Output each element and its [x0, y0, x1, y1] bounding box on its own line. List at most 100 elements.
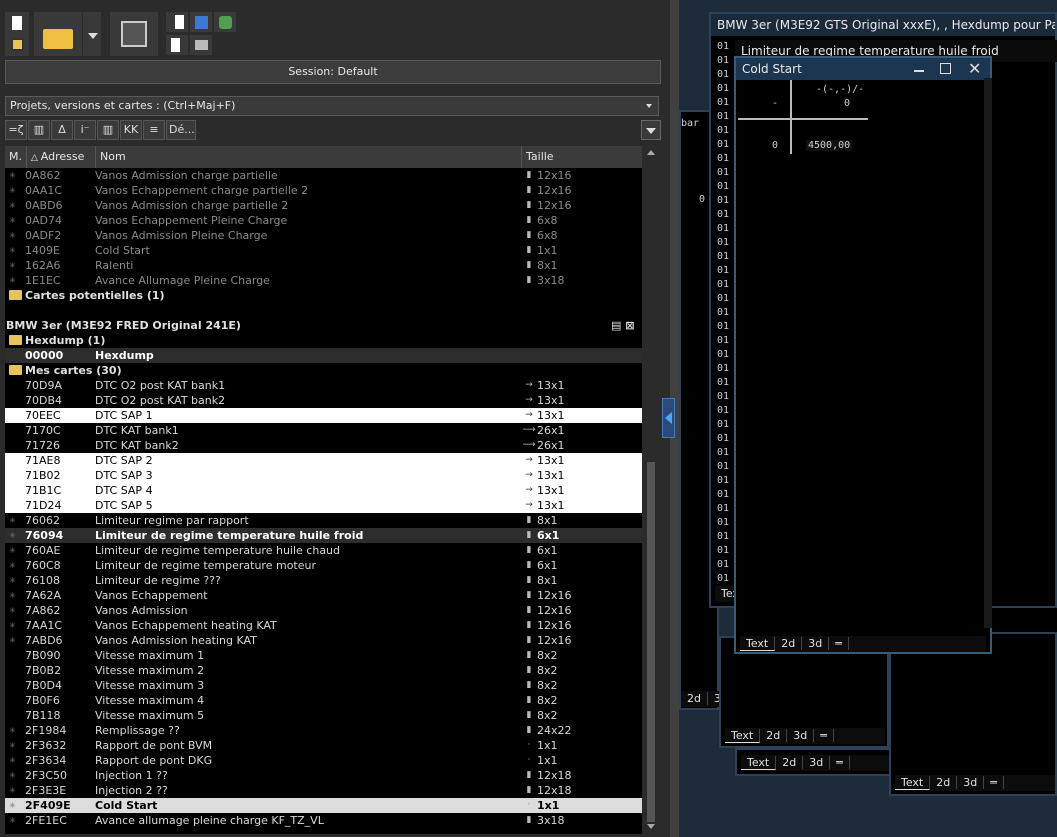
cold-scrollbar[interactable]: [984, 78, 992, 628]
tab-2d[interactable]: 2d: [760, 729, 788, 742]
open-button[interactable]: [34, 12, 82, 56]
table-row[interactable]: ✳ 0ADF2 Vanos Admission Pleine Charge ▮ 6x8: [5, 228, 642, 243]
table-row[interactable]: ✳ 0ABD6 Vanos Admission charge partielle 2…: [5, 198, 642, 213]
table-row[interactable]: ✳ 76108 Limiteur de regime ??? ▮ 8x1: [5, 573, 642, 588]
folder-row[interactable]: Mes cartes (30): [5, 363, 642, 378]
table-row[interactable]: ✳ 162A6 Ralenti ▮ 8x1: [5, 258, 642, 273]
filter-button[interactable]: =ζ: [5, 120, 27, 140]
table-row[interactable]: ✳ 0AD74 Vanos Echappement Pleine Charge ▮ 6x…: [5, 213, 642, 228]
table-row[interactable]: 7B118 Vitesse maximum 5 ▮ 8x2: [5, 708, 642, 723]
tab-text[interactable]: Text: [740, 637, 776, 651]
info-button[interactable]: [190, 35, 212, 55]
table-row[interactable]: 7B0F6 Vitesse maximum 4 ▮ 8x2: [5, 693, 642, 708]
table-row[interactable]: ✳ 2F409E Cold Start · 1x1: [5, 798, 642, 813]
table-row[interactable]: ✳ 2F3C50 Injection 1 ?? ▮ 12x18: [5, 768, 642, 783]
collapse-panel-button[interactable]: [662, 398, 675, 438]
compare-button[interactable]: [190, 12, 212, 32]
table-row[interactable]: 71AE8 DTC SAP 2 → 13x1: [5, 453, 642, 468]
table-row[interactable]: ✳ 2F3E3E Injection 2 ?? ▮ 12x18: [5, 783, 642, 798]
session-label[interactable]: Session: Default: [5, 60, 661, 84]
table-row[interactable]: 71B1C DTC SAP 4 → 13x1: [5, 483, 642, 498]
table-row[interactable]: 71D24 DTC SAP 5 → 13x1: [5, 498, 642, 513]
table-row[interactable]: 71B02 DTC SAP 3 → 13x1: [5, 468, 642, 483]
maximize-icon[interactable]: [940, 63, 951, 74]
table-row[interactable]: ✳ 7A62A Vanos Echappement ▮ 12x16: [5, 588, 642, 603]
scroll-down-icon[interactable]: [647, 824, 655, 829]
minimize-icon[interactable]: [914, 70, 924, 72]
table-row[interactable]: 7170C DTC KAT bank1 ⟶ 26x1: [5, 423, 642, 438]
table-row[interactable]: 7B0D4 Vitesse maximum 3 ▮ 8x2: [5, 678, 642, 693]
tab-eq[interactable]: ═: [830, 756, 850, 769]
tab-text[interactable]: Text: [741, 756, 777, 770]
tab-text[interactable]: Text: [725, 729, 761, 743]
tab-3d[interactable]: 3d: [787, 729, 815, 742]
delta-button[interactable]: Δ: [51, 120, 73, 140]
table-row[interactable]: ✳ 7A862 Vanos Admission ▮ 12x16: [5, 603, 642, 618]
tab-3d[interactable]: 3d: [803, 756, 831, 769]
table-row[interactable]: ✳ 760AE Limiteur de regime temperature hui…: [5, 543, 642, 558]
folder-row[interactable]: Cartes potentielles (1): [5, 288, 642, 303]
table-row[interactable]: 70D9A DTC O2 post KAT bank1 → 13x1: [5, 378, 642, 393]
table-row[interactable]: ✳ 2F3632 Rapport de pont BVM · 1x1: [5, 738, 642, 753]
table-row[interactable]: 7B090 Vitesse maximum 1 ▮ 8x2: [5, 648, 642, 663]
tab-eq[interactable]: ═: [814, 729, 834, 742]
table-row[interactable]: ✳ 760C8 Limiteur de regime temperature mot…: [5, 558, 642, 573]
tab-3d[interactable]: 3d: [957, 776, 985, 789]
table-row[interactable]: ✳ 2F3634 Rapport de pont DKG · 1x1: [5, 753, 642, 768]
table-row[interactable]: 70EEC DTC SAP 1 → 13x1: [5, 408, 642, 423]
scroll-up-icon[interactable]: [647, 150, 655, 155]
tab-2d[interactable]: 2d: [930, 776, 958, 789]
cold-start-window[interactable]: Cold Start ✕ -(-,-)/- 0 - 0 4500,00 Text…: [734, 56, 992, 654]
table-row[interactable]: ✳ 76094 Limiteur de regime temperature hui…: [5, 528, 642, 543]
table-row[interactable]: ✳ 2FE1EC Avance allumage pleine charge KF_…: [5, 813, 642, 828]
type-button[interactable]: i⁻: [74, 120, 96, 140]
checksum-button[interactable]: [214, 12, 236, 32]
col-header-m[interactable]: M.: [5, 146, 27, 168]
table-row[interactable]: ✳ 0AA1C Vanos Echappement charge partielle…: [5, 183, 642, 198]
col-header-nom[interactable]: Nom: [96, 146, 522, 168]
chart-button[interactable]: ▥: [97, 120, 119, 140]
close-icon[interactable]: ✕: [968, 58, 981, 80]
more-button[interactable]: Dé...: [166, 120, 196, 140]
hexdump-row[interactable]: 00000 Hexdump: [5, 348, 642, 363]
table-row[interactable]: ✳ 7AA1C Vanos Echappement heating KAT ▮ 12x1…: [5, 618, 642, 633]
table-row[interactable]: 71726 DTC KAT bank2 ⟶ 26x1: [5, 438, 642, 453]
cold-value-cell[interactable]: 4500,00: [806, 140, 853, 151]
project-close-icon[interactable]: ▤ ⊠: [611, 318, 634, 333]
table-row[interactable]: ✳ 1E1EC Avance Allumage Pleine Charge ▮ 3x18: [5, 273, 642, 288]
table-scrollbar[interactable]: [644, 146, 658, 834]
folder-row[interactable]: Hexdump (1): [5, 333, 642, 348]
projects-combo[interactable]: Projets, versions et cartes : (Ctrl+Maj+…: [5, 96, 659, 116]
tab-2d[interactable]: 2d: [775, 637, 803, 650]
toolbar-menu-button[interactable]: [641, 120, 661, 140]
bottom-window-c[interactable]: Text 2d 3d ═: [889, 632, 1057, 796]
new-save-button[interactable]: [5, 12, 29, 56]
kk-button[interactable]: KK: [120, 120, 142, 140]
table-row[interactable]: ✳ 76062 Limiteur regime par rapport ▮ 8x1: [5, 513, 642, 528]
table-row[interactable]: ✳ 1409E Cold Start ▮ 1x1: [5, 243, 642, 258]
export-button[interactable]: [166, 35, 188, 55]
tab-2d[interactable]: 2d: [681, 692, 708, 705]
import-button[interactable]: [166, 12, 188, 32]
list-button[interactable]: ≡: [143, 120, 165, 140]
table-row[interactable]: ✳ 7ABD6 Vanos Admission heating KAT ▮ 12x16: [5, 633, 642, 648]
hexdump-tabs: Text: [715, 586, 751, 602]
bottom-window-b[interactable]: Text 2d 3d ═: [735, 748, 893, 776]
tab-eq[interactable]: ═: [829, 637, 849, 650]
scroll-thumb[interactable]: [647, 462, 655, 822]
col-header-taille[interactable]: Taille: [522, 146, 642, 168]
panel-splitter[interactable]: [662, 0, 679, 837]
tab-2d[interactable]: 2d: [776, 756, 804, 769]
columns-button[interactable]: ▥: [28, 120, 50, 140]
col-header-adresse[interactable]: △ Adresse: [27, 146, 96, 168]
table-row[interactable]: ✳ 2F1984 Remplissage ?? ▮ 24x22: [5, 723, 642, 738]
tab-text[interactable]: Text: [895, 776, 931, 790]
table-row[interactable]: 7B0B2 Vitesse maximum 2 ▮ 8x2: [5, 663, 642, 678]
table-row[interactable]: ✳ 0A862 Vanos Admission charge partielle ▮ 1…: [5, 168, 642, 183]
project-row[interactable]: BMW 3er (M3E92 FRED Original 241E) ▤ ⊠: [5, 318, 642, 333]
tab-eq[interactable]: ═: [984, 776, 1004, 789]
open-dropdown-button[interactable]: [83, 12, 101, 56]
tab-3d[interactable]: 3d: [802, 637, 830, 650]
table-row[interactable]: 70DB4 DTC O2 post KAT bank2 → 13x1: [5, 393, 642, 408]
project-explorer-button[interactable]: [110, 12, 158, 56]
